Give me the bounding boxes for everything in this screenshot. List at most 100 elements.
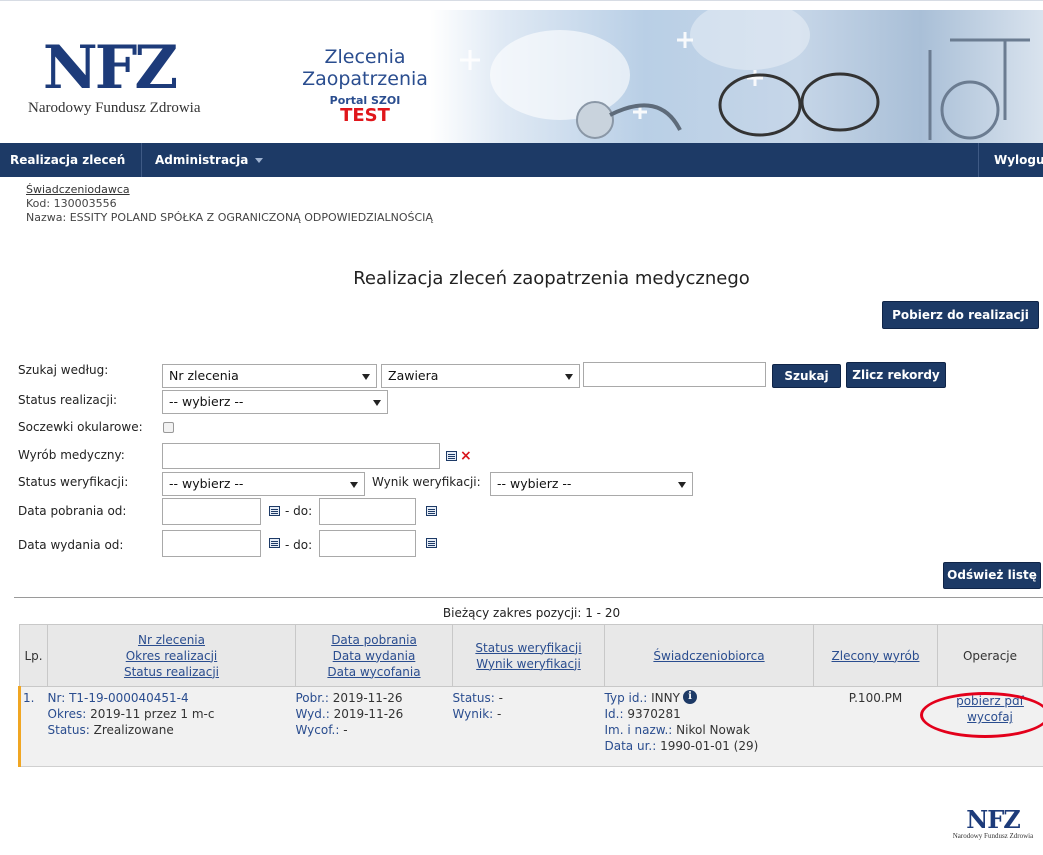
pobr-value: 2019-11-26 <box>332 691 403 705</box>
cell-swiadczeniobiorca: Typ id.: INNY i Id.: 9370281 Im. i nazw.:… <box>604 686 814 767</box>
provider-nazwa: ESSITY POLAND SPÓŁKA Z OGRANICZONĄ ODPOW… <box>69 211 433 224</box>
wyrob-medyczny-input[interactable] <box>162 443 440 469</box>
nav-realizacja-zlecen[interactable]: Realizacja zleceń <box>0 143 135 177</box>
logo-text: NFZ <box>42 33 178 103</box>
chevron-down-icon <box>678 482 686 488</box>
szukaj-input[interactable] <box>583 362 766 387</box>
table-row: 1. Nr: T1-19-000040451-4 Okres: 2019-11 … <box>18 686 1043 767</box>
wyn-value: - <box>497 707 502 721</box>
zlicz-rekordy-button[interactable]: Zlicz rekordy <box>846 362 946 388</box>
data-pobrania-do-input[interactable] <box>319 498 416 525</box>
data-wydania-label: Data wydania od: <box>18 538 124 552</box>
main-nav: Realizacja zleceń Administracja Wyloguj <box>0 143 1043 177</box>
nav-wyloguj[interactable]: Wyloguj <box>984 143 1043 177</box>
typ-value: INNY <box>651 691 680 705</box>
provider-kod-label: Kod: <box>26 197 51 210</box>
divider <box>14 597 1043 598</box>
calendar-icon[interactable] <box>269 538 280 548</box>
status-realizacji-select[interactable]: -- wybierz -- <box>162 390 388 414</box>
orders-table: Lp. Nr zlecenia Okres realizacji Status … <box>18 624 1043 767</box>
wyn-label: Wynik: <box>452 707 494 721</box>
chevron-down-icon <box>565 374 573 380</box>
soczewki-label: Soczewki okularowe: <box>18 420 143 434</box>
nr-label: Nr: <box>47 691 66 705</box>
wynik-weryfikacji-select[interactable]: -- wybierz -- <box>490 472 693 496</box>
cell-daty: Pobr.: 2019-11-26 Wyd.: 2019-11-26 Wycof… <box>295 686 453 767</box>
status-label: Status: <box>47 723 90 737</box>
page-title: Realizacja zleceń zaopatrzenia medyczneg… <box>353 268 750 289</box>
wyd-value: 2019-11-26 <box>333 707 404 721</box>
data-wydania-do-input[interactable] <box>319 530 416 557</box>
range-text: Bieżący zakres pozycji: 1 - 20 <box>442 606 621 620</box>
header-operacje: Operacje <box>937 624 1043 687</box>
header-nr-zlecenia[interactable]: Nr zlecenia Okres realizacji Status real… <box>47 624 296 687</box>
footer-logo-subtitle: Narodowy Fundusz Zdrowia <box>952 832 1034 840</box>
header-swiadczeniobiorca[interactable]: Świadczeniobiorca <box>604 624 814 687</box>
wyd-label: Wyd.: <box>295 707 330 721</box>
wyrob-medyczny-label: Wyrób medyczny: <box>18 448 125 462</box>
status-value: Zrealizowane <box>93 723 174 737</box>
soczewki-checkbox[interactable] <box>163 422 174 433</box>
header-zlecony-wyrob[interactable]: Zlecony wyrób <box>813 624 938 687</box>
sort-data-wydania[interactable]: Data wydania <box>296 648 452 664</box>
status-weryfikacji-label: Status weryfikacji: <box>18 475 129 489</box>
nav-administracja-label: Administracja <box>155 153 249 167</box>
info-icon[interactable]: i <box>682 690 697 704</box>
wycof-value: - <box>343 723 348 737</box>
szukaj-operator-select[interactable]: Zawiera <box>381 364 580 388</box>
do-label: - do: <box>285 504 313 518</box>
status-weryfikacji-value: -- wybierz -- <box>169 476 244 491</box>
top-border <box>0 0 1043 10</box>
szukaj-button[interactable]: Szukaj <box>772 364 841 388</box>
header-daty[interactable]: Data pobrania Data wydania Data wycofani… <box>295 624 453 687</box>
okres-label: Okres: <box>47 707 87 721</box>
id-value: 9370281 <box>627 707 681 721</box>
calendar-icon[interactable] <box>269 506 280 516</box>
header-weryfikacja[interactable]: Status weryfikacji Wynik weryfikacji <box>452 624 605 687</box>
cell-wyrob: P.100.PM <box>813 686 938 767</box>
nav-administracja[interactable]: Administracja <box>145 143 273 177</box>
sort-data-wycofania[interactable]: Data wycofania <box>296 664 452 680</box>
imie-value: Nikol Nowak <box>676 723 750 737</box>
list-picker-icon[interactable] <box>446 451 457 461</box>
szukaj-label: Szukaj według: <box>18 363 109 377</box>
id-label: Id.: <box>604 707 624 721</box>
nfz-logo: NFZ Narodowy Fundusz Zdrowia <box>28 38 228 117</box>
data-pobrania-od-input[interactable] <box>162 498 261 525</box>
provider-link[interactable]: Świadczeniodawca <box>26 183 130 196</box>
sw-value: - <box>498 691 503 705</box>
sort-zlecony-wyrob[interactable]: Zlecony wyrób <box>814 648 937 664</box>
data-pobrania-label: Data pobrania od: <box>18 504 127 518</box>
wycof-label: Wycof.: <box>295 723 340 737</box>
data-wydania-od-input[interactable] <box>162 530 261 557</box>
sort-nr-zlecenia[interactable]: Nr zlecenia <box>48 632 295 648</box>
header-banner-image <box>430 10 1043 143</box>
sort-data-pobrania[interactable]: Data pobrania <box>296 632 452 648</box>
sort-okres-realizacji[interactable]: Okres realizacji <box>48 648 295 664</box>
sort-swiadczeniobiorca[interactable]: Świadczeniobiorca <box>605 648 813 664</box>
calendar-icon[interactable] <box>426 506 437 516</box>
footer-logo-text: NFZ <box>966 805 1021 834</box>
sort-status-weryfikacji[interactable]: Status weryfikacji <box>453 640 604 656</box>
clear-x-icon[interactable]: × <box>460 449 472 463</box>
highlight-ring <box>920 692 1043 738</box>
pobierz-do-realizacji-button[interactable]: Pobierz do realizacji <box>882 301 1039 329</box>
status-realizacji-value: -- wybierz -- <box>169 394 244 409</box>
cell-lp: 1. <box>18 686 48 767</box>
chevron-down-icon <box>362 374 370 380</box>
status-weryfikacji-select[interactable]: -- wybierz -- <box>162 472 365 496</box>
sort-status-realizacji[interactable]: Status realizacji <box>48 664 295 680</box>
odswiez-liste-button[interactable]: Odśwież listę <box>943 562 1041 589</box>
chevron-down-icon <box>350 482 358 488</box>
szukaj-field-select[interactable]: Nr zlecenia <box>162 364 377 388</box>
footer-nfz-logo: NFZ Narodowy Fundusz Zdrowia <box>948 805 1038 841</box>
sort-wynik-weryfikacji[interactable]: Wynik weryfikacji <box>453 656 604 672</box>
typ-label: Typ id.: <box>604 691 648 705</box>
wynik-weryfikacji-value: -- wybierz -- <box>497 476 572 491</box>
cell-weryfikacja: Status: - Wynik: - <box>452 686 605 767</box>
calendar-icon[interactable] <box>426 538 437 548</box>
imie-label: Im. i nazw.: <box>604 723 673 737</box>
logo-subtitle: Narodowy Fundusz Zdrowia <box>28 100 201 116</box>
chevron-down-icon <box>373 400 381 406</box>
szukaj-operator-value: Zawiera <box>388 368 439 383</box>
